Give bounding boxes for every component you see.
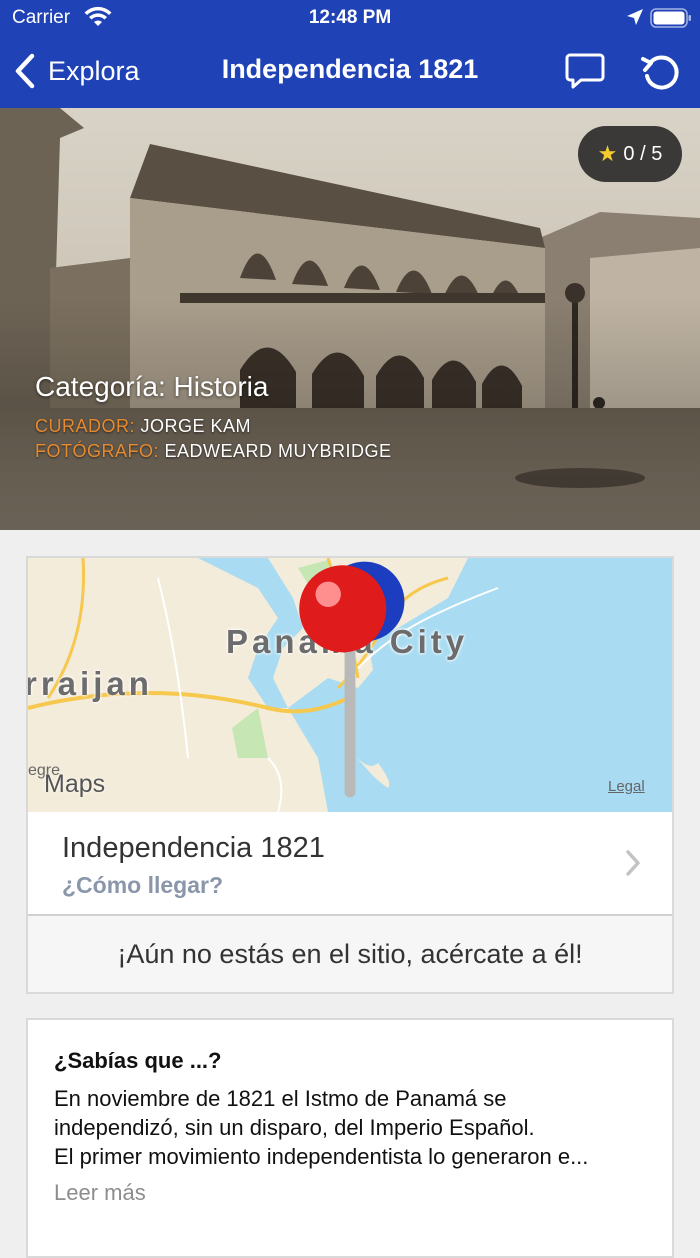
did-you-know-line: En noviembre de 1821 el Istmo de Panamá …: [54, 1086, 507, 1111]
location-arrow-icon: [627, 9, 643, 25]
directions-link[interactable]: ¿Cómo llegar?: [62, 872, 223, 899]
status-bar: Carrier 12:48 PM: [0, 0, 700, 36]
back-button[interactable]: Explora: [12, 50, 140, 92]
directions-title: Independencia 1821: [62, 832, 325, 864]
photographer-credit: FOTÓGRAFO: EADWEARD MUYBRIDGE: [35, 441, 392, 462]
back-label: Explora: [48, 55, 140, 86]
did-you-know-card: ¿Sabías que ...? En noviembre de 1821 el…: [26, 1018, 674, 1258]
refresh-icon: [641, 55, 679, 90]
did-you-know-line: El primer movimiento independentista lo …: [54, 1144, 589, 1169]
read-more-link[interactable]: Leer más: [54, 1180, 146, 1206]
refresh-button[interactable]: [640, 50, 682, 92]
clock: 12:48 PM: [308, 7, 392, 28]
curator-name: JORGE KAM: [140, 416, 252, 436]
hero-image: ★ 0 / 5 Categoría: Historia CURADOR: JOR…: [0, 108, 700, 530]
comment-icon: [565, 53, 605, 89]
battery-icon: [650, 8, 691, 28]
proximity-notice: ¡Aún no estás en el sitio, acércate a él…: [28, 916, 672, 992]
location-card: Panama City rraijan egre Maps Legal Inde…: [26, 556, 674, 994]
photographer-key: FOTÓGRAFO:: [35, 441, 159, 461]
directions-row[interactable]: Independencia 1821 ¿Cómo llegar?: [28, 812, 672, 916]
comment-button[interactable]: [564, 50, 606, 92]
chevron-left-icon: [15, 53, 35, 89]
photographer-name: EADWEARD MUYBRIDGE: [164, 441, 392, 461]
navigation-bar: Carrier 12:48 PM Explora Independencia 1…: [0, 0, 700, 108]
rating-badge[interactable]: ★ 0 / 5: [578, 126, 682, 182]
star-icon: ★: [597, 141, 618, 166]
map-legal-link[interactable]: Legal: [608, 778, 645, 795]
map-pin-icon: [299, 561, 405, 798]
did-you-know-title: ¿Sabías que ...?: [54, 1048, 222, 1073]
rating-value: 0 / 5: [623, 142, 663, 165]
chevron-right-icon: [626, 850, 640, 876]
did-you-know-text: En noviembre de 1821 el Istmo de Panamá …: [54, 1084, 654, 1171]
curator-credit: CURADOR: JORGE KAM: [35, 416, 251, 437]
curator-key: CURADOR:: [35, 416, 136, 436]
map-view[interactable]: Panama City rraijan egre Maps Legal: [28, 558, 672, 812]
maps-logo: Maps: [44, 770, 105, 799]
did-you-know-line: independizó, sin un disparo, del Imperio…: [54, 1115, 535, 1140]
category-label: Categoría: Historia: [35, 371, 269, 402]
maps-logo-text: Maps: [44, 770, 106, 798]
